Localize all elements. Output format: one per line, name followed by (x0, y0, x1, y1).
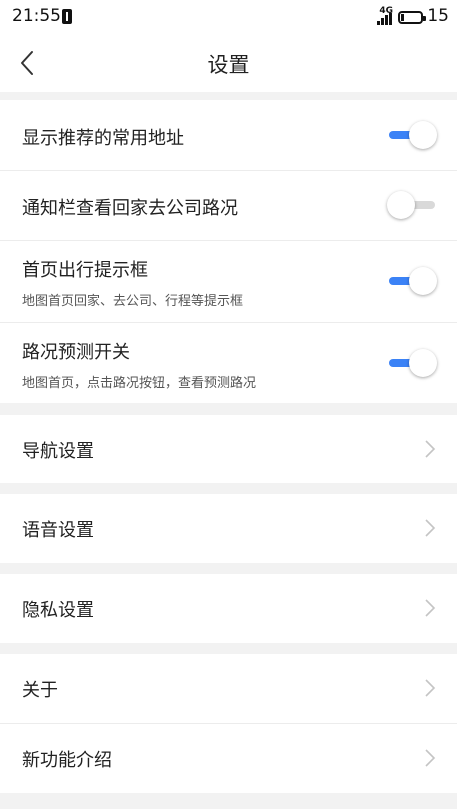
setting-row-common-address: 显示推荐的常用地址 (0, 100, 457, 170)
chevron-right-icon (425, 519, 436, 537)
navigation-settings-label: 导航设置 (22, 441, 94, 462)
signal-icon (377, 13, 393, 25)
status-time: 21:55 (12, 6, 61, 26)
setting-subtitle: 地图首页，点击路况按钮，查看预测路况 (22, 376, 257, 391)
setting-title: 显示推荐的常用地址 (22, 128, 184, 149)
notification-alert-icon (62, 9, 72, 24)
battery-level: 15 (427, 6, 449, 26)
notification-traffic-toggle[interactable] (387, 190, 437, 220)
setting-title: 通知栏查看回家去公司路况 (22, 198, 238, 219)
voice-settings-item[interactable]: 语音设置 (0, 494, 457, 563)
setting-title: 路况预测开关 (22, 342, 130, 363)
voice-settings-label: 语音设置 (22, 520, 94, 541)
setting-title: 首页出行提示框 (22, 260, 148, 281)
privacy-settings-item[interactable]: 隐私设置 (0, 574, 457, 643)
common-address-toggle[interactable] (387, 120, 437, 150)
traffic-prediction-toggle[interactable] (387, 348, 437, 378)
setting-subtitle: 地图首页回家、去公司、行程等提示框 (22, 294, 244, 309)
chevron-right-icon (425, 749, 436, 767)
setting-row-home-tip: 首页出行提示框 地图首页回家、去公司、行程等提示框 (0, 240, 457, 322)
new-features-label: 新功能介绍 (22, 750, 112, 771)
status-bar: 21:55 4G 15 (0, 0, 457, 34)
setting-row-notification-traffic: 通知栏查看回家去公司路况 (0, 170, 457, 240)
about-group: 关于 新功能介绍 (0, 654, 457, 793)
home-tip-toggle[interactable] (387, 266, 437, 296)
battery-icon (398, 11, 426, 24)
new-features-item[interactable]: 新功能介绍 (0, 724, 457, 793)
page-title: 设置 (207, 53, 250, 77)
privacy-settings-label: 隐私设置 (22, 600, 94, 621)
chevron-right-icon (425, 599, 436, 617)
about-item[interactable]: 关于 (0, 654, 457, 723)
navigation-settings-item[interactable]: 导航设置 (0, 415, 457, 483)
toggle-settings-group: 显示推荐的常用地址 通知栏查看回家去公司路况 首页出行提示框 地图首页回家、去公… (0, 100, 457, 403)
chevron-right-icon (425, 679, 436, 697)
chevron-right-icon (425, 440, 436, 458)
about-label: 关于 (22, 680, 58, 701)
setting-row-traffic-prediction: 路况预测开关 地图首页，点击路况按钮，查看预测路况 (0, 322, 457, 403)
nav-bar: 设置 (0, 34, 457, 92)
